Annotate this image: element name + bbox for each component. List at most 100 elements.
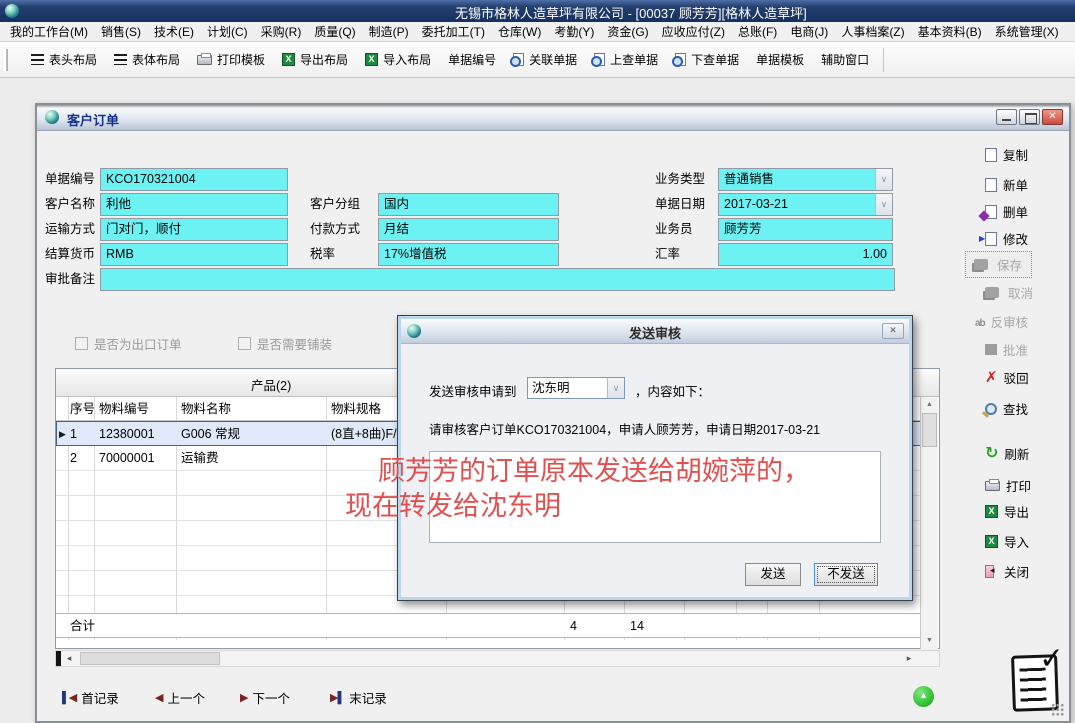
menu-item-technology[interactable]: 技术(E): [154, 23, 194, 40]
dialog-close-icon[interactable]: [882, 323, 904, 339]
minimize-icon[interactable]: [996, 109, 1017, 125]
menu-item-outsourcing[interactable]: 委托加工(T): [422, 23, 485, 40]
menu-item-purchasing[interactable]: 采购(R): [261, 23, 302, 40]
vertical-scroll-thumb[interactable]: [922, 413, 937, 447]
menu-item-workbench[interactable]: 我的工作台(M): [10, 23, 88, 40]
scroll-down-icon[interactable]: [921, 633, 938, 649]
nav-next-record[interactable]: 下一个: [240, 688, 290, 707]
action-label: 导出: [1004, 502, 1030, 521]
action-approve[interactable]: 批准: [985, 340, 1029, 359]
table-total-row: 合计 4 14: [56, 613, 921, 638]
group-field[interactable]: 国内: [378, 193, 559, 216]
currency-field[interactable]: RMB: [100, 243, 288, 266]
toolbar-print-template[interactable]: 打印模板: [197, 51, 265, 68]
menu-item-planning[interactable]: 计划(C): [207, 23, 248, 40]
nav-last-record[interactable]: 末记录: [330, 688, 387, 707]
menu-item-ap-ar[interactable]: 应收应付(Z): [662, 23, 725, 40]
approve-note-field[interactable]: [100, 268, 895, 291]
action-modify[interactable]: 修改: [985, 229, 1029, 248]
toolbar-label: 关联单据: [529, 51, 577, 68]
toolbar-aux-window[interactable]: 辅助窗口: [821, 51, 869, 68]
tax-field[interactable]: 17%增值税: [378, 243, 559, 266]
table-group-label: 产品(2): [251, 375, 291, 394]
action-refresh[interactable]: 刷新: [985, 444, 1030, 463]
toolbar-doc-number[interactable]: 单据编号: [448, 51, 496, 68]
action-import[interactable]: 导入: [985, 532, 1030, 551]
toolbar-header-layout[interactable]: 表头布局: [31, 51, 97, 68]
action-cancel[interactable]: 取消: [985, 283, 1034, 302]
send-button[interactable]: 发送: [745, 563, 801, 586]
nav-first-record[interactable]: 首记录: [62, 688, 119, 707]
dont-send-button[interactable]: 不发送: [814, 563, 878, 586]
toolbar-trace-down[interactable]: 下查单据: [675, 51, 739, 68]
vertical-scrollbar[interactable]: [920, 397, 938, 649]
action-export[interactable]: 导出: [985, 502, 1030, 521]
doc-no-field[interactable]: KCO170321004: [100, 168, 288, 191]
menu-item-attendance[interactable]: 考勤(Y): [554, 23, 594, 40]
payment-field[interactable]: 月结: [378, 218, 559, 241]
action-save[interactable]: 保存: [965, 251, 1032, 278]
nav-previous-record[interactable]: 上一个: [155, 688, 205, 707]
scroll-up-icon[interactable]: [921, 397, 938, 413]
col-material-code[interactable]: 物料编号: [99, 397, 149, 421]
list-icon: [114, 54, 127, 65]
close-icon[interactable]: [1042, 109, 1063, 125]
menu-item-manufacturing[interactable]: 制造(P): [369, 23, 409, 40]
menu-item-sales[interactable]: 销售(S): [101, 23, 141, 40]
recipient-combo[interactable]: 沈东明: [527, 377, 625, 399]
horizontal-scroll-thumb[interactable]: [80, 652, 220, 665]
export-order-label: 是否为出口订单: [94, 334, 182, 353]
customer-field[interactable]: 利他: [100, 193, 288, 216]
menu-item-general-ledger[interactable]: 总账(F): [738, 23, 777, 40]
doc-date-combo[interactable]: 2017-03-21: [718, 193, 893, 216]
action-label: 关闭: [1004, 562, 1030, 581]
chevron-down-icon[interactable]: [875, 169, 892, 190]
rate-field[interactable]: 1.00: [718, 243, 893, 266]
chevron-down-icon[interactable]: [875, 194, 892, 215]
menu-item-warehouse[interactable]: 仓库(W): [498, 23, 541, 40]
col-seq[interactable]: 序号: [70, 397, 95, 421]
toolbar-import-layout[interactable]: 导入布局: [365, 51, 431, 68]
salesman-field[interactable]: 顾芳芳: [718, 218, 893, 241]
maximize-icon[interactable]: [1019, 109, 1040, 125]
col-material-name[interactable]: 物料名称: [181, 397, 231, 421]
menu-item-funds[interactable]: 资金(G): [607, 23, 648, 40]
toolbar-doc-template[interactable]: 单据模板: [756, 51, 804, 68]
action-unaudit[interactable]: 反审核: [975, 312, 1028, 331]
menu-item-hr-files[interactable]: 人事档案(Z): [841, 23, 904, 40]
scroll-left-icon[interactable]: [62, 651, 76, 666]
toolbar-body-layout[interactable]: 表体布局: [114, 51, 180, 68]
scrollbar-edge-mark: [56, 651, 61, 666]
toolbar-grip[interactable]: [4, 49, 8, 71]
action-delete[interactable]: 删单: [985, 202, 1029, 221]
toolbar-trace-up[interactable]: 上查单据: [594, 51, 658, 68]
toolbar-related-docs[interactable]: 关联单据: [513, 51, 577, 68]
transport-field[interactable]: 门对门，顺付: [100, 218, 288, 241]
action-close[interactable]: 关闭: [985, 562, 1030, 581]
horizontal-scrollbar[interactable]: [55, 650, 940, 667]
menu-item-system[interactable]: 系统管理(X): [995, 23, 1059, 40]
menu-item-ecommerce[interactable]: 电商(J): [790, 23, 828, 40]
nav-label: 末记录: [349, 688, 387, 707]
export-order-checkbox[interactable]: [75, 337, 88, 350]
menu-item-quality[interactable]: 质量(Q): [314, 23, 355, 40]
export-order-checkbox-row: 是否为出口订单: [75, 334, 182, 353]
paving-checkbox[interactable]: [238, 337, 251, 350]
resize-grip[interactable]: [1051, 703, 1064, 716]
app-icon: [5, 4, 19, 18]
action-copy[interactable]: 复制: [985, 145, 1029, 164]
window-titlebar[interactable]: 客户订单: [37, 105, 1069, 131]
chevron-down-icon[interactable]: [607, 378, 624, 398]
window-title: 客户订单: [67, 110, 119, 129]
scroll-right-icon[interactable]: [902, 651, 916, 666]
toolbar-export-layout[interactable]: 导出布局: [282, 51, 348, 68]
action-find[interactable]: 查找: [985, 399, 1029, 418]
col-material-spec[interactable]: 物料规格: [331, 397, 381, 421]
dialog-titlebar[interactable]: 发送审核: [401, 319, 909, 344]
menu-item-base-data[interactable]: 基本资料(B): [918, 23, 982, 40]
action-print[interactable]: 打印: [985, 476, 1032, 495]
action-new[interactable]: 新单: [985, 175, 1029, 194]
search-icon: [985, 403, 997, 415]
action-reject[interactable]: 驳回: [985, 368, 1030, 387]
biz-type-combo[interactable]: 普通销售: [718, 168, 893, 191]
